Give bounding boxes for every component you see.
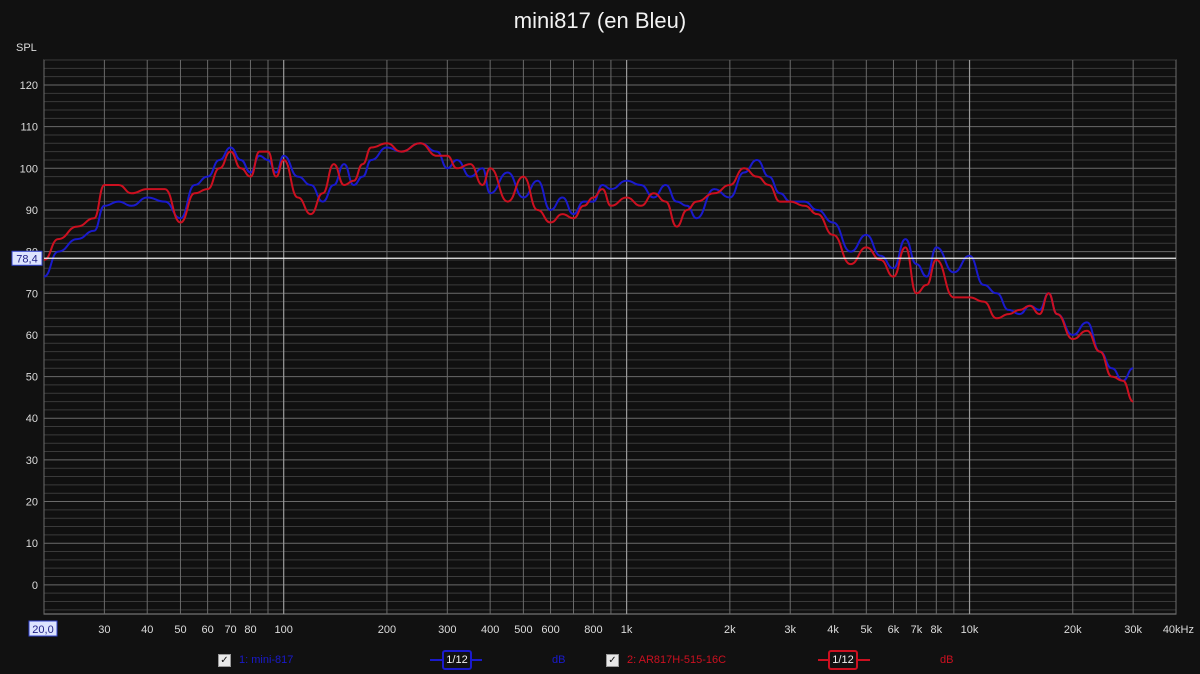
y-tick-labels: 0102030405060708090100110120: [20, 80, 38, 592]
x-tick-label: 600: [541, 624, 559, 636]
x-tick-label: 800: [584, 624, 602, 636]
y-tick-label: 100: [20, 163, 38, 175]
x-tick-label: 70: [224, 624, 236, 636]
x-tick-label: 5k: [860, 624, 872, 636]
legend-item-1[interactable]: ✓ 1: mini-817: [218, 651, 293, 669]
x-tick-label: 80: [244, 624, 256, 636]
legend-item-2[interactable]: ✓ 2: AR817H-515-16C: [606, 651, 726, 669]
series1-checkbox[interactable]: ✓: [218, 653, 231, 667]
series1-unit: dB: [552, 654, 566, 666]
x-tick-label: 40kHz: [1163, 624, 1194, 636]
y-tick-label: 20: [26, 497, 38, 509]
x-tick-label: 10k: [961, 624, 979, 636]
x-tick-label: 4k: [827, 624, 839, 636]
x-tick-label: 8k: [930, 624, 942, 636]
y-tick-label: 30: [26, 455, 38, 467]
y-tick-label: 40: [26, 413, 38, 425]
y-tick-label: 50: [26, 372, 38, 384]
x-tick-label: 500: [514, 624, 532, 636]
series2-unit: dB: [940, 654, 954, 666]
x-tick-labels: 30 40 50 60 70 80 100 200 300 400 500 600 800 1k 2k 3k 4…: [28, 620, 1194, 637]
y-tick-label: 0: [32, 580, 38, 592]
x-tick-label: 6k: [888, 624, 900, 636]
series1-label: 1: mini-817: [239, 654, 294, 666]
cursor-value: 78,4: [16, 253, 37, 265]
x-tick-label: 50: [174, 624, 186, 636]
series2-label: 2: AR817H-515-16C: [627, 654, 727, 666]
x-tick-label: 3k: [784, 624, 796, 636]
series1-smoothing-button[interactable]: 1/12: [442, 650, 472, 670]
y-tick-label: 120: [20, 80, 38, 92]
x-tick-label: 400: [481, 624, 499, 636]
x-tick-label: 30: [98, 624, 110, 636]
y-tick-label: 70: [26, 288, 38, 300]
x-tick-label: 60: [201, 624, 213, 636]
x-start-value: 20,0: [32, 624, 53, 636]
frequency-response-chart[interactable]: 0 10 20 30 40 50 60 70 80 90 100 110 120 30 40 50 60 70 8…: [0, 0, 1200, 674]
x-tick-label: 20k: [1064, 624, 1082, 636]
y-tick-label: 90: [26, 205, 38, 217]
series2-smoothing-button[interactable]: 1/12: [828, 650, 858, 670]
y-tick-label: 110: [20, 122, 38, 134]
y-tick-label: 10: [26, 538, 38, 550]
x-tick-label: 30k: [1124, 624, 1142, 636]
x-tick-label: 1k: [621, 624, 633, 636]
x-tick-label: 200: [378, 624, 396, 636]
x-tick-label: 40: [141, 624, 153, 636]
x-tick-label: 2k: [724, 624, 736, 636]
x-tick-label: 100: [275, 624, 293, 636]
y-tick-label: 60: [26, 330, 38, 342]
x-tick-label: 300: [438, 624, 456, 636]
x-tick-label: 7k: [911, 624, 923, 636]
series2-checkbox[interactable]: ✓: [606, 653, 619, 667]
